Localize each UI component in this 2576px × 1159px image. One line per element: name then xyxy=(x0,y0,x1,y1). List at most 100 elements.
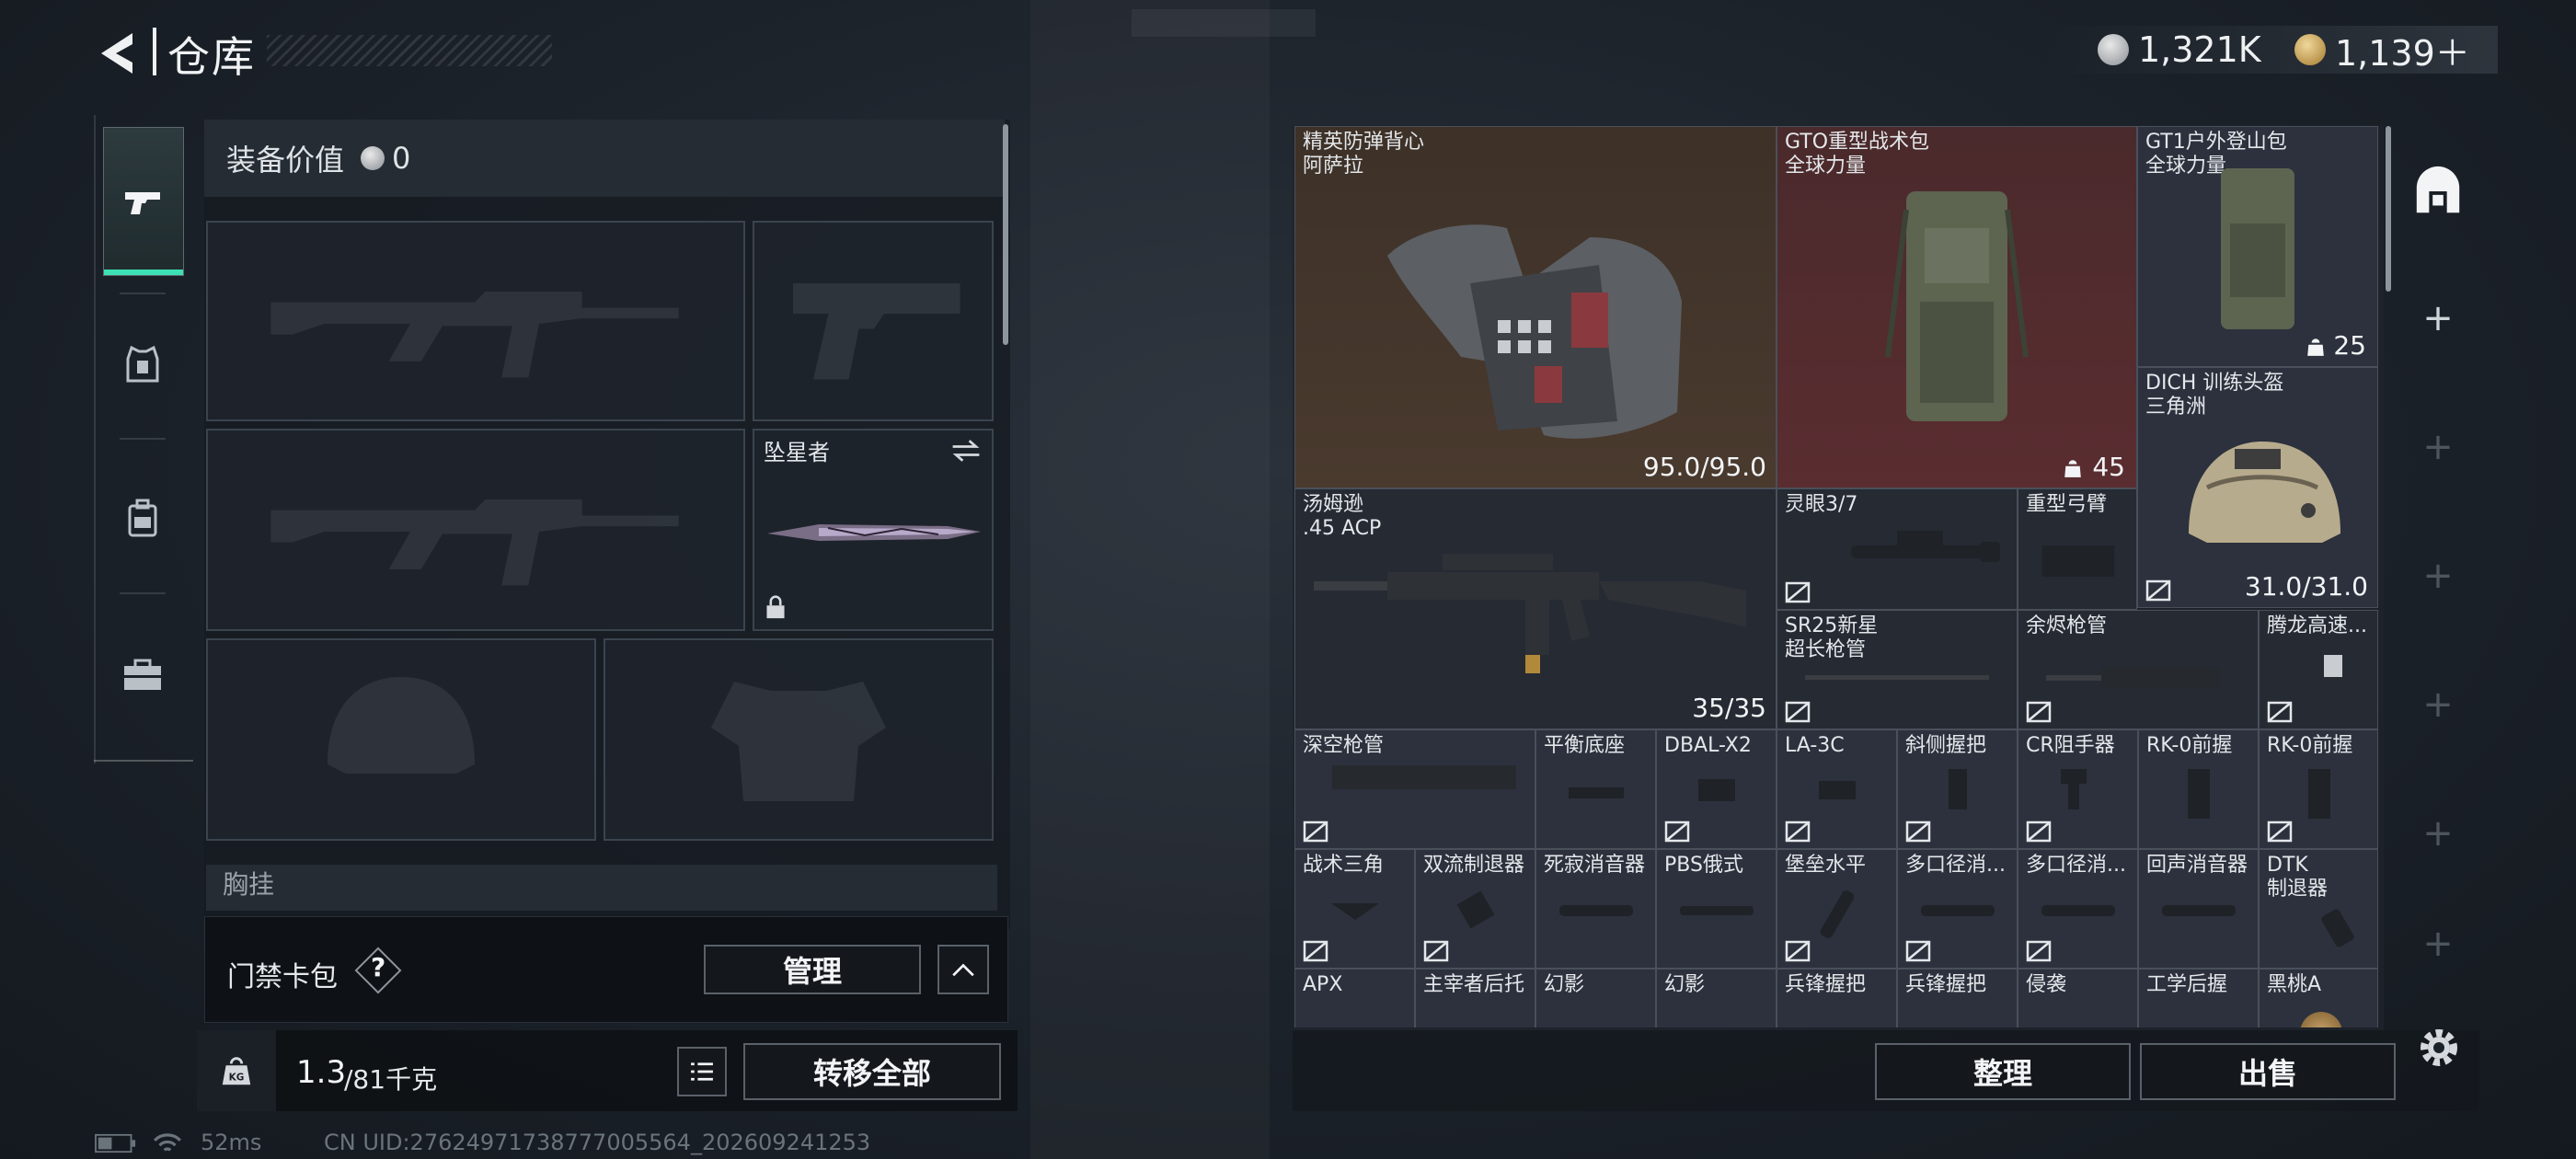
stash-item-ember-barrel[interactable]: 余烬枪管 xyxy=(2018,610,2259,729)
barrel-image xyxy=(1805,675,1989,680)
access-card-label: 门禁卡包 xyxy=(227,961,338,993)
help-icon[interactable]: ? xyxy=(371,952,385,982)
item-name: 侵袭 xyxy=(2026,973,2067,996)
user-uid: CN UID:27624971738777005564_202609241253 xyxy=(324,1130,871,1155)
add-page-button[interactable]: + xyxy=(2418,684,2458,725)
stash-item-multi-cal-1[interactable]: 多口径消... xyxy=(1897,849,2018,969)
silver-currency: 1,321K xyxy=(2098,26,2261,74)
stash-item-raid[interactable]: 侵袭 xyxy=(2018,969,2138,1027)
no-trade-icon xyxy=(1785,940,1811,962)
helmet-slot[interactable] xyxy=(206,638,596,841)
tab-divider xyxy=(120,438,166,440)
list-icon xyxy=(691,1062,713,1081)
stash-item-apx[interactable]: APX xyxy=(1294,969,1415,1027)
stash-item-angled-grip[interactable]: 斜侧握把 xyxy=(1897,729,2018,849)
sell-button[interactable]: 出售 xyxy=(2140,1043,2396,1100)
add-page-button[interactable]: + xyxy=(2418,924,2458,964)
plus-icon: + xyxy=(2422,683,2454,726)
stash-item-tenglong[interactable]: 腾龙高速... xyxy=(2259,610,2378,729)
pistol-slot[interactable] xyxy=(753,221,994,421)
durability-value: 31.0/31.0 xyxy=(2244,571,2368,602)
loadout-scrollbar[interactable] xyxy=(1003,124,1008,345)
stash-item-heavy-arm[interactable]: 重型弓臂 xyxy=(2018,488,2137,610)
stash-item-phantom-2[interactable]: 幻影 xyxy=(1656,969,1777,1027)
wifi-icon xyxy=(153,1133,182,1152)
stash-item-sr25-barrel[interactable]: SR25新星 超长枪管 xyxy=(1777,610,2018,729)
stash-item-dbal[interactable]: DBAL-X2 xyxy=(1656,729,1777,849)
stash-item-tactical-tri[interactable]: 战术三角 xyxy=(1294,849,1415,969)
stash-item-silent-suppressor[interactable]: 死寂消音器 xyxy=(1535,849,1656,969)
stash-item-dual-brake[interactable]: 双流制退器 xyxy=(1415,849,1535,969)
suppressor-image xyxy=(1680,906,1754,915)
item-name: 工学后握 xyxy=(2146,973,2228,996)
stash-item-la3c[interactable]: LA-3C xyxy=(1777,729,1897,849)
stash-item-dominator-stock[interactable]: 主宰者后托 xyxy=(1415,969,1535,1027)
no-trade-icon xyxy=(1303,940,1328,962)
primary-weapon-slot-1[interactable] xyxy=(206,221,745,421)
stash-item-echo-suppressor[interactable]: 回声消音器 xyxy=(2138,849,2259,969)
stash-item-vanguard-grip-2[interactable]: 兵锋握把 xyxy=(1897,969,2018,1027)
grip-image xyxy=(1949,769,1967,809)
settings-button[interactable] xyxy=(2414,1023,2464,1073)
stash-item-vanguard-grip-1[interactable]: 兵锋握把 xyxy=(1777,969,1897,1027)
backpack-tab-icon xyxy=(128,499,157,537)
stash-item-deep-space-barrel[interactable]: 深空枪管 xyxy=(1294,729,1535,849)
stash-item-rk0-grip-1[interactable]: RK-0前握 xyxy=(2138,729,2259,849)
barrel-image xyxy=(2046,668,2221,688)
add-page-button[interactable]: + xyxy=(2418,427,2458,467)
ping-readout: 52ms xyxy=(201,1130,262,1155)
stash-item-ergo-grip[interactable]: 工学后握 xyxy=(2138,969,2259,1027)
add-page-button[interactable]: + xyxy=(2418,298,2458,339)
stash-item-cr-stop[interactable]: CR阻手器 xyxy=(2018,729,2138,849)
item-name: 双流制退器 xyxy=(1423,854,1525,877)
transfer-all-button[interactable]: 转移全部 xyxy=(743,1043,1001,1100)
tab-backpack[interactable] xyxy=(103,445,182,592)
armor-tab-icon xyxy=(126,345,159,383)
tab-weapons[interactable] xyxy=(103,127,184,276)
pistol-tab-icon xyxy=(125,192,160,214)
stash-item-phantom-1[interactable]: 幻影 xyxy=(1535,969,1656,1027)
stash-item-multi-cal-2[interactable]: 多口径消... xyxy=(2018,849,2138,969)
no-trade-icon xyxy=(1303,820,1328,843)
gold-amount: 1,139＋ xyxy=(2335,32,2470,74)
tab-tools[interactable] xyxy=(103,602,182,749)
stash-item-helmet[interactable]: DICH 训练头盔 三角洲 31.0/31.0 xyxy=(2137,367,2378,608)
handguard-image xyxy=(1332,765,1516,789)
stash-item-scope[interactable]: 灵眼3/7 xyxy=(1777,488,2018,610)
item-name: 重型弓臂 xyxy=(2026,493,2108,516)
item-name: 深空枪管 xyxy=(1303,734,1385,757)
stash-item-balance-base[interactable]: 平衡底座 xyxy=(1535,729,1656,849)
no-trade-icon xyxy=(1785,581,1811,603)
stash-item-backpack-gto[interactable]: GTO重型战术包 全球力量 45 xyxy=(1777,126,2137,488)
grip-image xyxy=(2308,769,2330,819)
stash-item-fortress[interactable]: 堡垒水平 xyxy=(1777,849,1897,969)
stash-item-ace-of-spades[interactable]: 黑桃A xyxy=(2259,969,2378,1027)
tab-armor[interactable] xyxy=(103,291,182,438)
plus-icon: + xyxy=(2422,923,2454,965)
stash-scrollbar[interactable] xyxy=(2386,126,2391,292)
melee-slot[interactable]: 坠星者 xyxy=(753,429,994,631)
stash-item-thompson[interactable]: 汤姆逊 .45 ACP 35/35 xyxy=(1294,488,1777,729)
manage-button[interactable]: 管理 xyxy=(704,945,921,994)
stash-item-pbs[interactable]: PBS俄式 xyxy=(1656,849,1777,969)
primary-weapon-slot-2[interactable] xyxy=(206,429,745,631)
add-page-button[interactable]: + xyxy=(2418,813,2458,854)
gold-currency: 1,139＋ xyxy=(2294,26,2470,74)
item-name: 平衡底座 xyxy=(1544,734,1626,757)
swap-icon[interactable] xyxy=(949,438,983,464)
stash-item-dtk-brake[interactable]: DTK 制退器 xyxy=(2259,849,2378,969)
item-name: 堡垒水平 xyxy=(1785,854,1867,877)
stash-item-vest[interactable]: 精英防弹背心 阿萨拉 95.0/95.0 xyxy=(1294,126,1777,488)
stash-item-backpack-gt1[interactable]: GT1户外登山包 全球力量 25 xyxy=(2137,126,2378,367)
armor-slot[interactable] xyxy=(604,638,994,841)
back-button[interactable] xyxy=(92,26,147,81)
sort-button[interactable]: 整理 xyxy=(1875,1043,2131,1100)
add-page-button[interactable]: + xyxy=(2418,556,2458,596)
battery-icon xyxy=(95,1133,136,1153)
silver-coin-icon xyxy=(361,146,385,170)
list-view-button[interactable] xyxy=(677,1047,727,1096)
helmet-image xyxy=(2189,442,2340,543)
collapse-button[interactable] xyxy=(937,945,989,994)
stash-home-button[interactable] xyxy=(2405,155,2471,228)
stash-item-rk0-grip-2[interactable]: RK-0前握 xyxy=(2259,729,2378,849)
